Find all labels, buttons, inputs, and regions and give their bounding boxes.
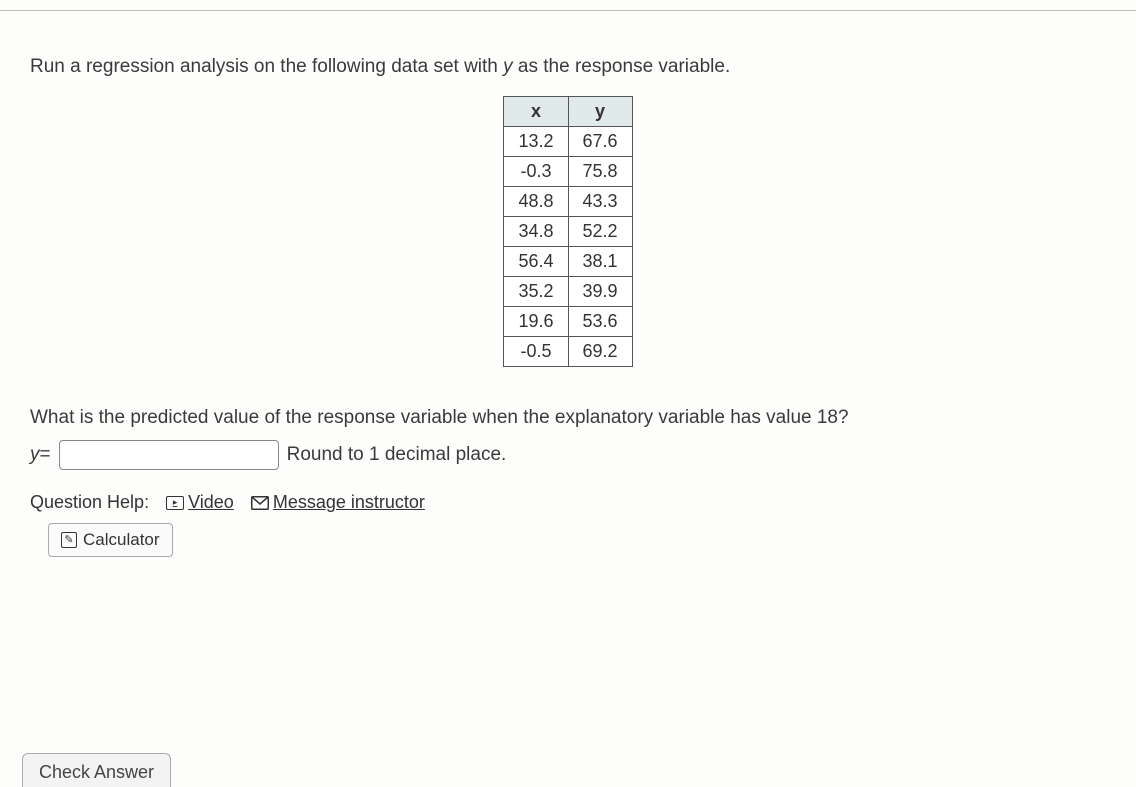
table-row: 56.438.1	[504, 247, 632, 277]
answer-row: y = Round to 1 decimal place.	[30, 440, 1106, 470]
col-header-y: y	[568, 97, 632, 127]
instruction-text: Run a regression analysis on the followi…	[30, 56, 1106, 78]
video-icon: ▸	[166, 496, 184, 510]
answer-prefix-eq: =	[40, 444, 51, 466]
answer-input[interactable]	[59, 440, 279, 470]
col-header-x: x	[504, 97, 568, 127]
calculator-button[interactable]: ✎ Calculator	[48, 523, 173, 557]
calculator-icon: ✎	[61, 532, 77, 548]
help-label: Question Help:	[30, 492, 149, 513]
answer-hint: Round to 1 decimal place.	[287, 444, 507, 466]
table-row: 34.852.2	[504, 217, 632, 247]
envelope-icon	[251, 496, 269, 510]
message-instructor-link[interactable]: Message instructor	[251, 492, 425, 513]
answer-prefix-var: y	[30, 444, 40, 466]
table-row: -0.569.2	[504, 337, 632, 367]
table-row: 35.239.9	[504, 277, 632, 307]
instruction-var: y	[503, 56, 513, 77]
instruction-pre: Run a regression analysis on the followi…	[30, 56, 503, 77]
table-row: 13.267.6	[504, 127, 632, 157]
message-instructor-label: Message instructor	[273, 492, 425, 513]
question-text: What is the predicted value of the respo…	[30, 403, 1106, 432]
video-link-label: Video	[188, 492, 234, 513]
table-row: 48.843.3	[504, 187, 632, 217]
question-help-row: Question Help: ▸ Video Message instructo…	[30, 492, 1106, 513]
table-row: 19.653.6	[504, 307, 632, 337]
instruction-post: as the response variable.	[513, 56, 731, 77]
calculator-label: Calculator	[83, 530, 160, 550]
data-table: x y 13.267.6 -0.375.8 48.843.3 34.852.2 …	[503, 96, 632, 367]
video-link[interactable]: ▸ Video	[166, 492, 234, 513]
check-answer-button[interactable]: Check Answer	[22, 753, 171, 787]
table-row: -0.375.8	[504, 157, 632, 187]
